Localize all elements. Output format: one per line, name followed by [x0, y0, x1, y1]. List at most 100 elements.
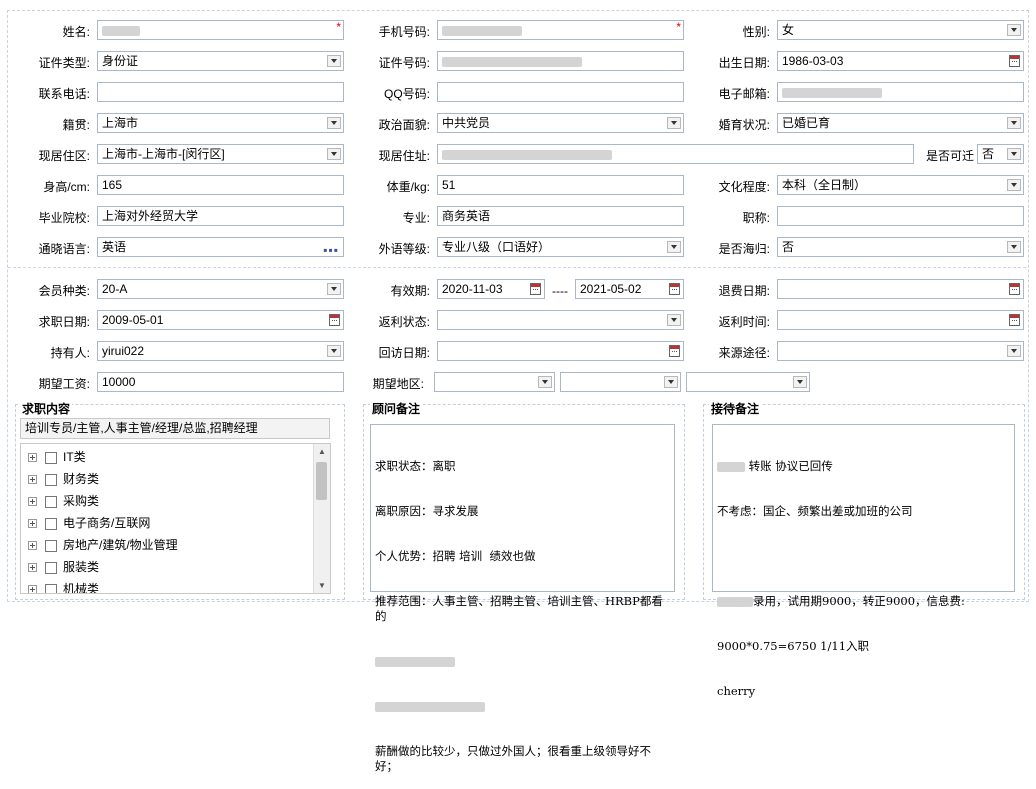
chevron-down-icon[interactable]: [327, 148, 341, 160]
relocate-select[interactable]: 否: [977, 144, 1024, 164]
checkbox[interactable]: [45, 561, 57, 574]
tree-item[interactable]: IT类: [28, 447, 86, 467]
chevron-down-icon[interactable]: [1007, 345, 1021, 357]
id-no-label: 证件号码:: [378, 56, 430, 70]
advisor-notes-textarea[interactable]: 求职状态：离职 离职原因：寻求发展 个人优势：招聘 培训 绩效也做 推荐范围：人…: [370, 424, 675, 773]
expand-icon[interactable]: [28, 475, 37, 485]
expand-icon[interactable]: [28, 585, 37, 593]
chevron-down-icon[interactable]: [667, 241, 681, 253]
major-field[interactable]: 商务英语: [437, 206, 684, 226]
tree-item[interactable]: 财务类: [28, 469, 99, 489]
region-city-select[interactable]: [560, 372, 681, 392]
holder-select[interactable]: yirui022: [97, 341, 344, 361]
chevron-down-icon[interactable]: [664, 376, 678, 388]
expand-icon[interactable]: [28, 541, 37, 551]
mobile-field[interactable]: *: [437, 20, 684, 40]
calendar-icon[interactable]: [329, 314, 340, 326]
job-date-field[interactable]: 2009-05-01: [97, 310, 344, 330]
language-field[interactable]: 英语 ▪▪▪: [97, 237, 344, 257]
holder-label: 持有人:: [50, 346, 90, 360]
expand-icon[interactable]: [28, 497, 37, 507]
name-field[interactable]: *: [97, 20, 344, 40]
expand-icon[interactable]: [28, 453, 37, 463]
tree-item[interactable]: 机械类: [28, 579, 100, 594]
chevron-down-icon[interactable]: [327, 283, 341, 295]
politics-select[interactable]: 中共党员: [437, 113, 684, 133]
salary-field[interactable]: 10000: [97, 372, 344, 392]
checkbox[interactable]: [45, 473, 57, 486]
rebate-time-field[interactable]: [777, 310, 1024, 330]
tree-scrollbar[interactable]: ▲ ▼: [313, 444, 330, 593]
gender-select[interactable]: 女: [777, 20, 1024, 40]
politics-label: 政治面貌:: [378, 118, 430, 132]
lang-level-select[interactable]: 专业八级（口语好）: [437, 237, 684, 257]
tree-item[interactable]: 电子商务/互联网: [28, 513, 150, 533]
checkbox[interactable]: [45, 583, 57, 593]
checkbox[interactable]: [45, 539, 57, 552]
calendar-icon[interactable]: [669, 283, 680, 295]
source-label: 来源途径:: [718, 346, 770, 360]
refund-date-field[interactable]: [777, 279, 1024, 299]
reception-notes-textarea[interactable]: 转账 协议已回传 不考虑：国企、频繁出差或加班的公司 录用，试用期9000，转正…: [712, 424, 1015, 698]
chevron-down-icon[interactable]: [1007, 241, 1021, 253]
tree-item[interactable]: 采购类: [28, 491, 99, 511]
id-no-field[interactable]: [437, 51, 684, 71]
chevron-down-icon[interactable]: [327, 345, 341, 357]
address-field[interactable]: [437, 144, 914, 164]
calendar-icon[interactable]: [1009, 55, 1020, 67]
validity-to-field[interactable]: 2021-05-02: [575, 279, 684, 299]
calendar-icon[interactable]: [1009, 283, 1020, 295]
validity-from-field[interactable]: 2020-11-03: [437, 279, 545, 299]
tree-item-label: 机械类: [63, 582, 100, 594]
member-type-select[interactable]: 20-A: [97, 279, 344, 299]
more-icon[interactable]: ▪▪▪: [323, 241, 339, 256]
chevron-down-icon[interactable]: [1007, 24, 1021, 36]
source-select[interactable]: [777, 341, 1024, 361]
birth-date-field[interactable]: 1986-03-03: [777, 51, 1024, 71]
checkbox[interactable]: [45, 495, 57, 508]
chevron-down-icon[interactable]: [327, 117, 341, 129]
school-field[interactable]: 上海对外经贸大学: [97, 206, 344, 226]
calendar-icon[interactable]: [1009, 314, 1020, 326]
phone-field[interactable]: [97, 82, 344, 102]
weight-field[interactable]: 51: [437, 175, 684, 195]
scroll-up-icon[interactable]: ▲: [318, 447, 326, 456]
region-province-select[interactable]: [434, 372, 555, 392]
chevron-down-icon[interactable]: [1007, 117, 1021, 129]
calendar-icon[interactable]: [669, 345, 680, 357]
email-field[interactable]: [777, 82, 1024, 102]
revisit-date-field[interactable]: [437, 341, 684, 361]
chevron-down-icon[interactable]: [1007, 179, 1021, 191]
residence-area-value: 上海市-上海市-[闵行区]: [102, 147, 225, 161]
calendar-icon[interactable]: [530, 283, 541, 295]
marital-select[interactable]: 已婚已育: [777, 113, 1024, 133]
scroll-down-icon[interactable]: ▼: [318, 581, 326, 590]
checkbox[interactable]: [45, 517, 57, 530]
id-type-select[interactable]: 身份证: [97, 51, 344, 71]
tree-item-label: 房地产/建筑/物业管理: [63, 538, 178, 552]
height-field[interactable]: 165: [97, 175, 344, 195]
scrollbar-thumb[interactable]: [316, 462, 327, 500]
chevron-down-icon[interactable]: [667, 117, 681, 129]
rebate-status-select[interactable]: [437, 310, 684, 330]
checkbox[interactable]: [45, 451, 57, 464]
note-line: 转账 协议已回传: [717, 459, 1010, 474]
expand-icon[interactable]: [28, 519, 37, 529]
native-select[interactable]: 上海市: [97, 113, 344, 133]
expand-icon[interactable]: [28, 563, 37, 573]
tree-item[interactable]: 服装类: [28, 557, 99, 577]
category-tree[interactable]: IT类 财务类 采购类 电子商务/互联网 房地产/建筑/物业管理 服装类 机械类…: [20, 443, 331, 594]
tree-item[interactable]: 房地产/建筑/物业管理: [28, 535, 178, 555]
chevron-down-icon[interactable]: [793, 376, 807, 388]
region-district-select[interactable]: [686, 372, 810, 392]
height-label: 身高/cm:: [43, 180, 90, 194]
chevron-down-icon[interactable]: [538, 376, 552, 388]
returnee-select[interactable]: 否: [777, 237, 1024, 257]
chevron-down-icon[interactable]: [327, 55, 341, 67]
chevron-down-icon[interactable]: [667, 314, 681, 326]
qq-field[interactable]: [437, 82, 684, 102]
residence-area-select[interactable]: 上海市-上海市-[闵行区]: [97, 144, 344, 164]
education-select[interactable]: 本科（全日制）: [777, 175, 1024, 195]
title-field[interactable]: [777, 206, 1024, 226]
chevron-down-icon[interactable]: [1007, 148, 1021, 160]
